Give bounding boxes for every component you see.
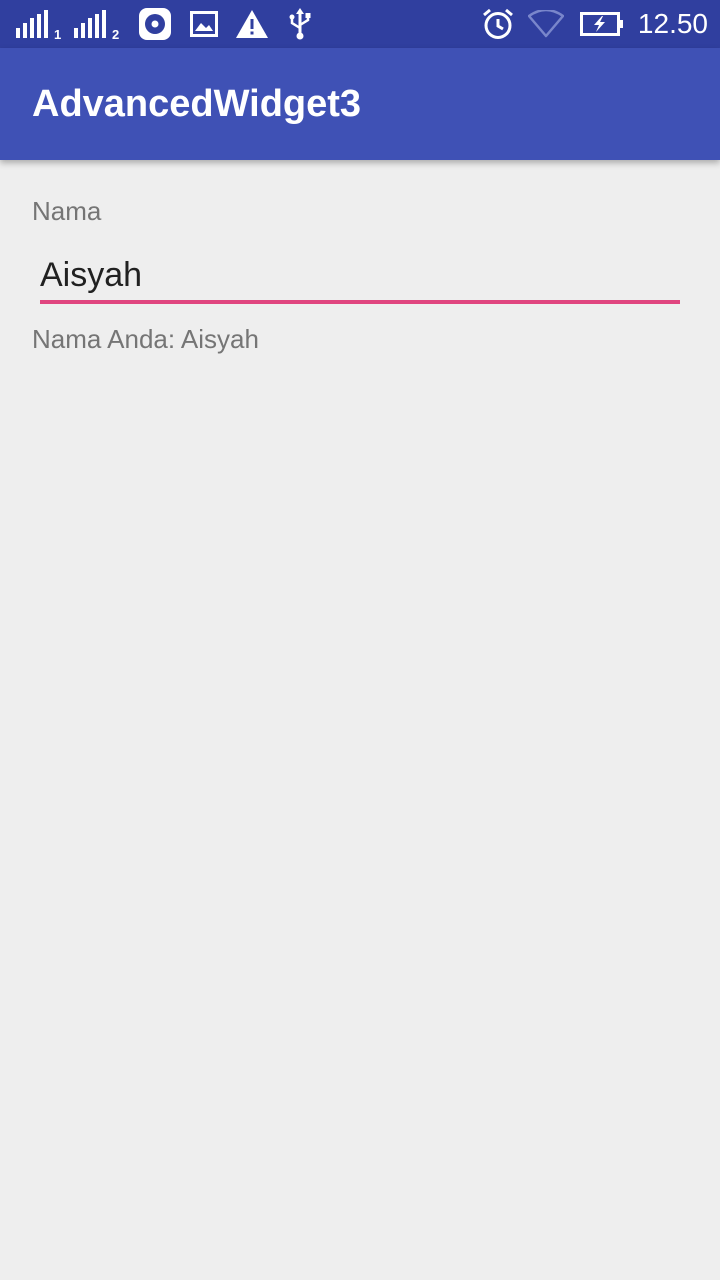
alarm-icon [482, 0, 514, 48]
warning-icon [236, 0, 268, 48]
battery-charging-icon [580, 0, 624, 48]
sim1-signal: 1 [16, 0, 61, 48]
status-clock: 12.50 [637, 8, 708, 39]
name-result-text: Nama Anda: Aisyah [32, 324, 259, 354]
image-icon [190, 0, 218, 48]
wifi-icon [528, 0, 564, 48]
sim2-signal: 2 [74, 0, 119, 48]
signal-icon [74, 10, 108, 38]
name-input[interactable] [40, 250, 680, 304]
sim2-label: 2 [112, 26, 120, 42]
signal-icon [16, 10, 50, 38]
app-title: AdvancedWidget3 [32, 83, 362, 125]
status-bar: 1 2 12.50 [0, 0, 720, 48]
name-label: Nama [32, 196, 102, 226]
main-content: Nama Nama Anda: Aisyah [0, 160, 720, 1280]
usb-icon [288, 0, 312, 48]
app-bar: AdvancedWidget3 [0, 48, 720, 160]
sim1-label: 1 [54, 26, 62, 42]
music-player-icon [138, 0, 172, 48]
